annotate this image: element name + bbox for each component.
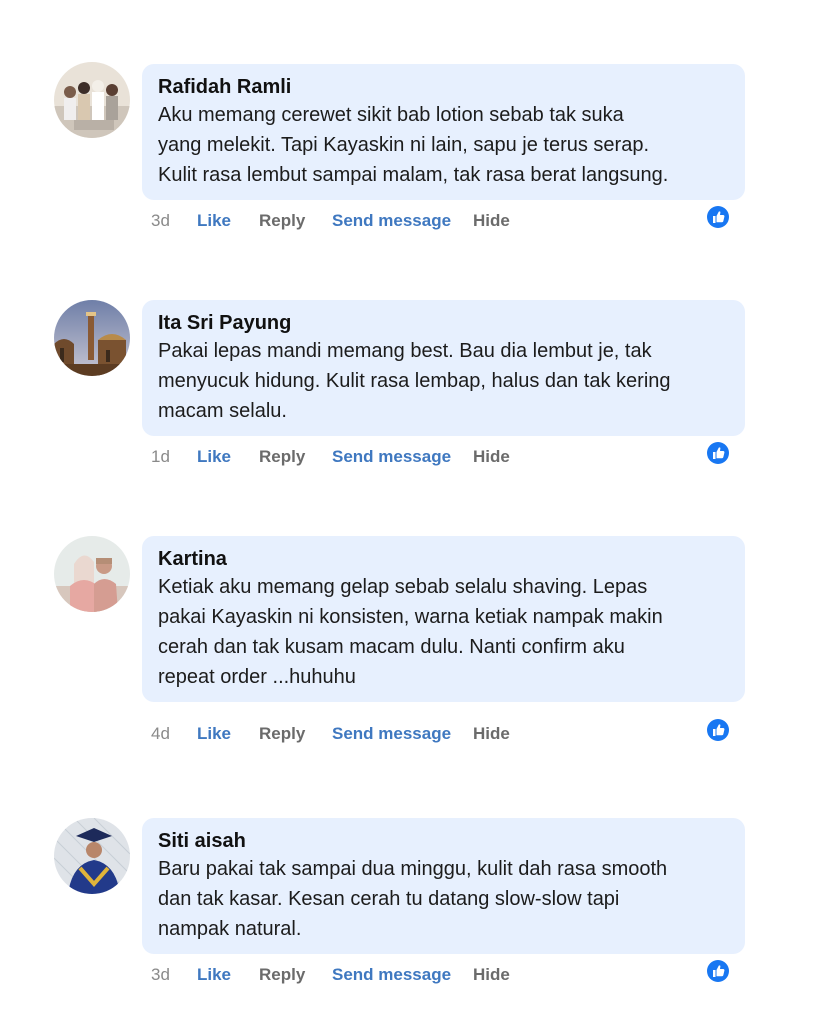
- send-message-link[interactable]: Send message: [332, 722, 451, 746]
- reply-link[interactable]: Reply: [259, 963, 305, 987]
- comment-bubble: Siti aisah Baru pakai tak sampai dua min…: [142, 818, 745, 954]
- comment-text-line: nampak natural.: [158, 918, 302, 940]
- comment-bubble: Rafidah Ramli Aku memang cerewet sikit b…: [142, 64, 745, 200]
- hide-link[interactable]: Hide: [473, 209, 510, 233]
- comment-actions: 4d Like Reply Send message Hide: [151, 722, 751, 746]
- reply-link[interactable]: Reply: [259, 209, 305, 233]
- hide-link[interactable]: Hide: [473, 445, 510, 469]
- comment-actions: 3d Like Reply Send message Hide: [151, 209, 751, 233]
- comment-bubble: Kartina Ketiak aku memang gelap sebab se…: [142, 536, 745, 702]
- comment-text-line: Aku memang cerewet sikit bab lotion seba…: [158, 104, 624, 126]
- comment-actions: 1d Like Reply Send message Hide: [151, 445, 751, 469]
- hide-link[interactable]: Hide: [473, 722, 510, 746]
- avatar[interactable]: [54, 818, 130, 894]
- hide-link[interactable]: Hide: [473, 963, 510, 987]
- like-link[interactable]: Like: [197, 445, 231, 469]
- comment-timestamp[interactable]: 3d: [151, 209, 170, 233]
- comment-bubble: Ita Sri Payung Pakai lepas mandi memang …: [142, 300, 745, 436]
- thumbs-up-icon[interactable]: [706, 959, 730, 983]
- comment-author[interactable]: Ita Sri Payung: [158, 310, 729, 336]
- comment-text-line: Baru pakai tak sampai dua minggu, kulit …: [158, 858, 668, 880]
- comment-author[interactable]: Siti aisah: [158, 828, 729, 854]
- avatar[interactable]: [54, 300, 130, 376]
- comment-text-line: cerah dan tak kusam macam dulu. Nanti co…: [158, 636, 625, 658]
- comment-timestamp[interactable]: 4d: [151, 722, 170, 746]
- thumbs-up-icon[interactable]: [706, 441, 730, 465]
- comment-text-line: dan tak kasar. Kesan cerah tu datang slo…: [158, 888, 620, 910]
- comment-text-line: Kulit rasa lembut sampai malam, tak rasa…: [158, 164, 669, 186]
- thumbs-up-icon[interactable]: [706, 718, 730, 742]
- avatar[interactable]: [54, 62, 130, 138]
- send-message-link[interactable]: Send message: [332, 445, 451, 469]
- comment-text-line: menyucuk hidung. Kulit rasa lembap, halu…: [158, 370, 671, 392]
- thumbs-up-icon[interactable]: [706, 205, 730, 229]
- like-link[interactable]: Like: [197, 209, 231, 233]
- like-link[interactable]: Like: [197, 722, 231, 746]
- comment-text-line: macam selalu.: [158, 400, 287, 422]
- like-link[interactable]: Like: [197, 963, 231, 987]
- comment-author[interactable]: Kartina: [158, 546, 729, 572]
- comment-text-line: Pakai lepas mandi memang best. Bau dia l…: [158, 340, 652, 362]
- send-message-link[interactable]: Send message: [332, 963, 451, 987]
- comment-text-line: pakai Kayaskin ni konsisten, warna ketia…: [158, 606, 663, 628]
- comment-timestamp[interactable]: 3d: [151, 963, 170, 987]
- comment-timestamp[interactable]: 1d: [151, 445, 170, 469]
- reply-link[interactable]: Reply: [259, 445, 305, 469]
- comment-author[interactable]: Rafidah Ramli: [158, 74, 729, 100]
- avatar[interactable]: [54, 536, 130, 612]
- comment-text-line: yang melekit. Tapi Kayaskin ni lain, sap…: [158, 134, 650, 156]
- comment-text-line: Ketiak aku memang gelap sebab selalu sha…: [158, 576, 648, 598]
- reply-link[interactable]: Reply: [259, 722, 305, 746]
- send-message-link[interactable]: Send message: [332, 209, 451, 233]
- comment-actions: 3d Like Reply Send message Hide: [151, 963, 751, 987]
- comment-text-line: repeat order ...huhuhu: [158, 666, 356, 688]
